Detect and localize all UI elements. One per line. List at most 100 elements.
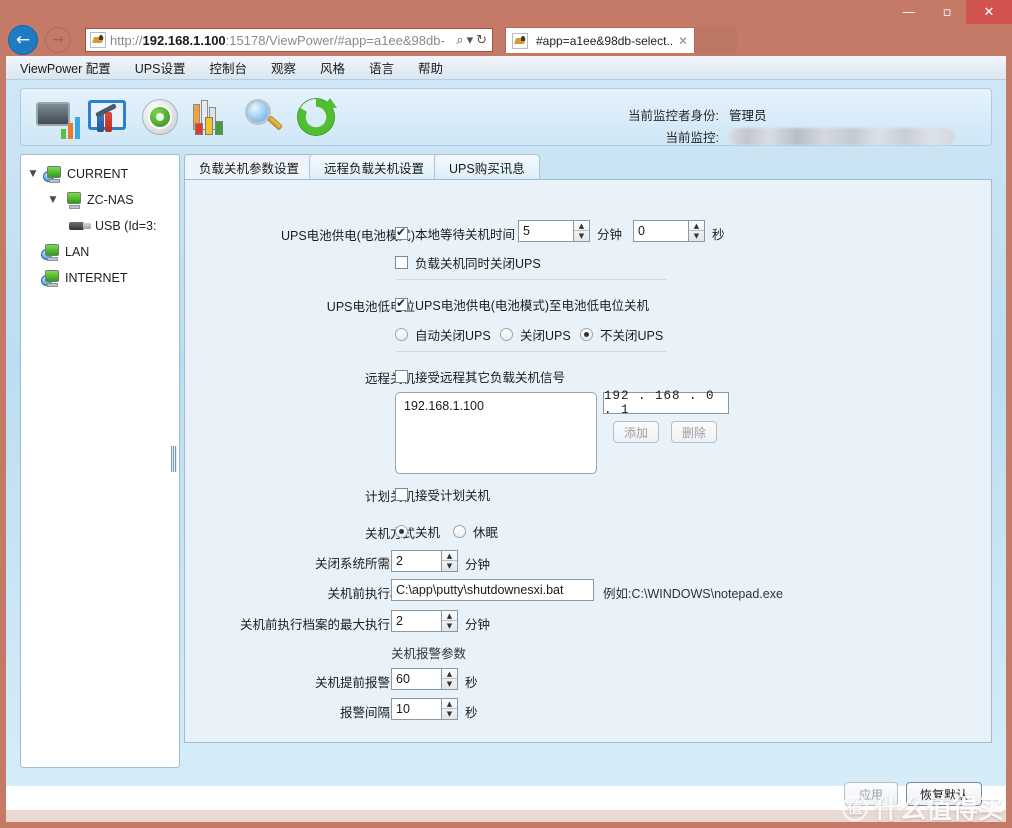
chevron-down-icon[interactable]: ▼ — [27, 169, 39, 179]
pre-shutdown-file-label: 关机前执行档案 — [327, 587, 415, 601]
magnifier-icon[interactable] — [241, 94, 287, 140]
accept-scheduled-shutdown-checkbox-row[interactable]: 接受计划关机 — [395, 485, 490, 504]
tab-ups-purchase-info[interactable]: UPS购买讯息 — [434, 154, 540, 179]
local-wait-shutdown-checkbox-row[interactable]: 本地等待关机时间 — [395, 224, 515, 243]
wait-seconds-spin-buttons[interactable]: ▲ ▼ — [688, 220, 705, 242]
alarm-interval-input[interactable]: 10 — [391, 698, 441, 720]
tree-item-lan[interactable]: LAN — [25, 239, 175, 265]
forward-icon[interactable]: → — [45, 27, 71, 53]
system-shutdown-time-input[interactable]: 2 — [391, 550, 441, 572]
splitter-grip-icon[interactable] — [171, 446, 177, 472]
computer-globe-icon — [41, 269, 61, 287]
alarm-lead-time-spin-buttons[interactable]: ▲ ▼ — [441, 668, 458, 690]
remote-shutdown-label: 远程关机 — [364, 372, 415, 386]
alarm-interval-stepper[interactable]: 10 ▲ ▼ — [391, 698, 458, 720]
app-toolbar: 当前监控者身份: 管理员 当前监控: — [20, 88, 992, 146]
low-battery-radio-close[interactable]: 关闭UPS — [500, 325, 571, 344]
alarm-section-title: 关机报警参数 — [391, 647, 467, 661]
spin-down-icon: ▼ — [446, 622, 453, 630]
panel-splitter[interactable] — [168, 154, 180, 768]
reload-icon[interactable]: ↻ — [476, 33, 487, 48]
wait-minutes-stepper[interactable]: 5 ▲ ▼ — [518, 220, 590, 242]
radio-no-close-ups-label: 不关闭UPS — [600, 329, 664, 343]
system-shutdown-time-stepper[interactable]: 2 ▲ ▼ — [391, 550, 458, 572]
pre-shutdown-max-time-input[interactable]: 2 — [391, 610, 441, 632]
search-icon[interactable]: ⌕ — [456, 33, 463, 48]
pre-shutdown-max-time-spin-buttons[interactable]: ▲ ▼ — [441, 610, 458, 632]
minimize-button[interactable]: — — [890, 0, 928, 24]
alarm-lead-time-input[interactable]: 60 — [391, 668, 441, 690]
low-battery-radio-no-close[interactable]: 不关闭UPS — [580, 325, 663, 344]
shutdown-ups-with-load-checkbox-row[interactable]: 负载关机同时关闭UPS — [395, 253, 541, 272]
accept-scheduled-shutdown-checkbox[interactable] — [395, 488, 408, 501]
refresh-icon[interactable] — [293, 94, 339, 140]
books-chart-icon[interactable] — [189, 94, 235, 140]
list-item[interactable]: 192.168.1.100 — [404, 399, 588, 413]
monitor-chart-icon[interactable] — [33, 94, 80, 140]
tree-item-usb[interactable]: USB (Id=3: — [25, 213, 175, 239]
toolbar-icon-group — [33, 94, 339, 140]
spin-down-icon: ▼ — [693, 232, 700, 240]
wait-minutes-input[interactable]: 5 — [518, 220, 573, 242]
address-bar[interactable]: http://192.168.1.100:15178/ViewPower/#ap… — [85, 28, 493, 52]
low-battery-label: UPS电池低电位 — [326, 300, 415, 314]
tree-item-label: CURRENT — [67, 167, 129, 181]
chevron-down-icon[interactable]: ▼ — [47, 195, 59, 205]
low-battery-radio-auto-close[interactable]: 自动关闭UPS — [395, 325, 491, 344]
radio-hibernate[interactable] — [453, 525, 466, 538]
radio-auto-close-ups[interactable] — [395, 328, 408, 341]
close-button[interactable]: ✕ — [966, 0, 1012, 24]
browser-tab[interactable]: #app=a1ee&98db-select... ✕ — [505, 27, 695, 53]
menu-item-viewpower-config[interactable]: ViewPower 配置 — [20, 58, 111, 77]
browser-navigation-bar: ← → http://192.168.1.100:15178/ViewPower… — [0, 24, 1012, 70]
accept-remote-signal-checkbox[interactable] — [395, 370, 408, 383]
remote-ip-input[interactable]: 192 . 168 . 0 . 1 — [603, 389, 729, 417]
tree-item-zc-nas[interactable]: ▼ ZC-NAS — [25, 187, 175, 213]
settings-window-icon[interactable] — [85, 94, 131, 140]
add-ip-button[interactable]: 添加 — [613, 421, 659, 443]
accept-remote-signal-checkbox-row[interactable]: 接受远程其它负载关机信号 — [395, 367, 565, 386]
radio-no-close-ups[interactable] — [580, 328, 593, 341]
alarm-interval-label: 报警间隔时间 — [339, 706, 415, 720]
system-shutdown-time-spin-buttons[interactable]: ▲ ▼ — [441, 550, 458, 572]
shutdown-ups-with-load-checkbox[interactable] — [395, 256, 408, 269]
back-icon[interactable]: ← — [8, 25, 38, 55]
divider — [396, 279, 666, 280]
local-wait-shutdown-checkbox[interactable] — [395, 225, 408, 240]
menu-item-help[interactable]: 帮助 — [418, 58, 443, 77]
chevron-down-icon[interactable]: ▾ — [467, 33, 474, 48]
alarm-lead-time-stepper[interactable]: 60 ▲ ▼ — [391, 668, 458, 690]
tab-remote-load-shutdown[interactable]: 远程负载关机设置 — [309, 154, 440, 179]
pre-shutdown-max-time-stepper[interactable]: 2 ▲ ▼ — [391, 610, 458, 632]
alarm-interval-spin-buttons[interactable]: ▲ ▼ — [441, 698, 458, 720]
tab-close-icon[interactable]: ✕ — [676, 34, 690, 48]
radio-shutdown-label: 关机 — [415, 526, 441, 540]
menu-item-ups-settings[interactable]: UPS设置 — [135, 58, 186, 77]
maximize-button[interactable]: ▫ — [928, 0, 966, 24]
spin-up-icon: ▲ — [442, 611, 457, 621]
restore-defaults-button[interactable]: 恢复默认 — [906, 782, 982, 806]
delete-ip-button[interactable]: 删除 — [671, 421, 717, 443]
pre-shutdown-file-hint: 例如:C:\WINDOWS\notepad.exe — [603, 587, 783, 601]
tab-load-shutdown-params[interactable]: 负载关机参数设置 — [184, 154, 315, 179]
shutdown-method-radio-shutdown[interactable]: 关机 — [395, 522, 440, 541]
radio-shutdown[interactable] — [395, 525, 408, 538]
pre-shutdown-file-input[interactable]: C:\app\putty\shutdownesxi.bat — [391, 579, 594, 601]
menu-item-style[interactable]: 风格 — [320, 58, 345, 77]
menu-item-observe[interactable]: 观察 — [271, 58, 296, 77]
radio-close-ups[interactable] — [500, 328, 513, 341]
tree-item-current[interactable]: ▼ CURRENT — [25, 161, 175, 187]
spin-up-icon: ▲ — [442, 551, 457, 561]
gear-icon[interactable] — [137, 94, 183, 140]
wait-seconds-input[interactable]: 0 — [633, 220, 688, 242]
shutdown-method-radio-hibernate[interactable]: 休眠 — [453, 522, 498, 541]
tree-item-internet[interactable]: INTERNET — [25, 265, 175, 291]
low-battery-checkbox-row[interactable]: UPS电池供电(电池模式)至电池低电位关机 — [395, 295, 649, 314]
apply-button[interactable]: 应用 — [844, 782, 898, 806]
low-battery-shutdown-checkbox[interactable] — [395, 296, 408, 311]
wait-minutes-spin-buttons[interactable]: ▲ ▼ — [573, 220, 590, 242]
menu-item-console[interactable]: 控制台 — [209, 58, 247, 77]
wait-seconds-stepper[interactable]: 0 ▲ ▼ — [633, 220, 705, 242]
menu-item-language[interactable]: 语言 — [369, 58, 394, 77]
remote-ip-listbox[interactable]: 192.168.1.100 — [395, 392, 597, 474]
